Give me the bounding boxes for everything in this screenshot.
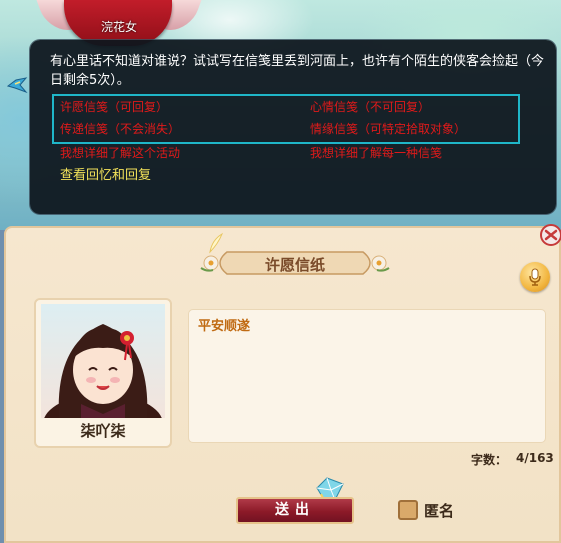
letter-content: 平安顺遂 xyxy=(198,319,251,334)
close-icon[interactable] xyxy=(536,222,561,248)
sender-name: 柒吖柒 xyxy=(80,422,126,440)
character-portrait xyxy=(44,324,162,418)
npc-name: 浣花女 xyxy=(100,20,137,34)
letter-title: 许愿信纸 xyxy=(264,256,325,274)
anonymous-label: 匿名 xyxy=(424,502,455,520)
avatar xyxy=(41,304,165,418)
char-count-label: 字数： xyxy=(471,453,508,467)
send-button[interactable]: 送出 xyxy=(236,497,354,524)
voice-input-button[interactable] xyxy=(520,262,550,292)
anonymous-checkbox[interactable] xyxy=(398,500,418,520)
option-wish-letter[interactable]: 许愿信笺（可回复） xyxy=(60,98,168,115)
npc-dialog: 有心里话不知道对谁说？试试写在信笺里丢到河面上，也许有个陌生的侠客会捡起（今日剩… xyxy=(30,40,556,214)
bird-icon xyxy=(6,77,28,94)
link-letter-types[interactable]: 我想详细了解每一种信笺 xyxy=(310,144,442,161)
feather-icon xyxy=(209,232,224,254)
option-pass-letter[interactable]: 传递信笺（不会消失） xyxy=(60,120,180,137)
link-activity-details[interactable]: 我想详细了解这个活动 xyxy=(60,144,180,161)
char-count-value: 4/163 xyxy=(516,451,554,465)
dialog-message: 有心里话不知道对谁说？试试写在信笺里丢到河面上，也许有个陌生的侠客会捡起（今日剩… xyxy=(50,54,545,88)
option-mood-letter[interactable]: 心情信笺（不可回复） xyxy=(310,98,430,115)
option-love-letter[interactable]: 情缘信笺（可特定拾取对象） xyxy=(310,120,466,137)
link-view-memories[interactable]: 查看回忆和回复 xyxy=(60,164,151,183)
microphone-icon xyxy=(529,268,541,286)
